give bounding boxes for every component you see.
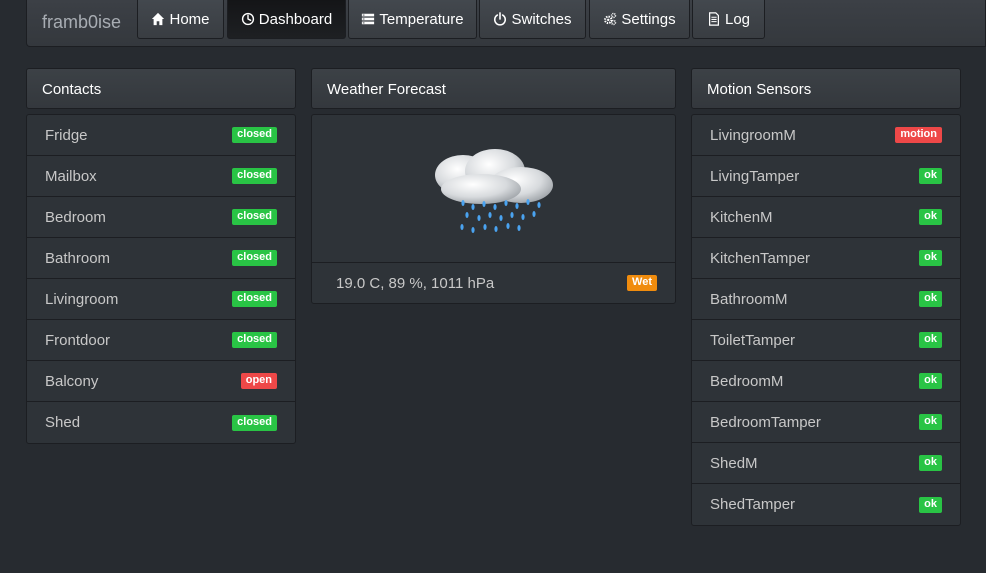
sensor-label: KitchenM [710, 208, 773, 226]
sensor-label: ToiletTamper [710, 331, 796, 349]
list-item: BathroomM ok [692, 279, 960, 320]
weather-badge: Wet [627, 275, 657, 291]
list-item: Livingroom closed [27, 279, 295, 320]
status-badge: ok [919, 250, 942, 266]
motion-list: LivingroomM motion LivingTamper ok Kitchen… [691, 114, 961, 526]
list-item: Mailbox closed [27, 156, 295, 197]
contact-label: Bathroom [45, 249, 111, 267]
status-badge: ok [919, 496, 942, 513]
cogs-icon [604, 12, 617, 26]
sensor-label: ShedM [710, 454, 758, 472]
nav-dashboard-label: Dashboard [258, 10, 333, 28]
sensor-label: BedroomM [710, 372, 784, 390]
nav-settings[interactable]: Settings [589, 0, 690, 39]
status-badge: open [240, 373, 277, 389]
status-badge: closed [232, 250, 277, 266]
list-item: BedroomM ok [692, 361, 960, 402]
contacts-panel: Contacts Fridge closed Mailbox closed Bedr… [26, 68, 296, 444]
status-badge: closed [232, 291, 277, 307]
nav-home[interactable]: Home [137, 0, 224, 39]
status-badge: closed [232, 127, 277, 143]
nav-settings-label: Settings [621, 10, 676, 28]
status-badge: closed [232, 168, 277, 184]
list-item: ShedM ok [692, 443, 960, 484]
motion-panel: Motion Sensors LivingroomM motion LivingT… [691, 68, 961, 526]
sensor-label: LivingTamper [710, 167, 800, 185]
weather-image [312, 115, 675, 263]
dashboard-icon [241, 12, 254, 26]
file-icon [708, 12, 719, 26]
weather-title: Weather Forecast [311, 68, 676, 109]
status-badge: closed [232, 414, 277, 431]
nav-home-label: Home [169, 10, 210, 28]
status-badge: ok [919, 373, 942, 389]
contact-label: Bedroom [45, 208, 106, 226]
contact-label: Fridge [45, 126, 88, 144]
contact-label: Frontdoor [45, 331, 111, 349]
list-icon [362, 13, 375, 25]
list-item: ShedTamper ok [692, 484, 960, 525]
nav-temperature-label: Temperature [379, 10, 464, 28]
weather-box: 19.0 C, 89 %, 1011 hPa Wet [311, 114, 676, 304]
list-item: Fridge closed [27, 115, 295, 156]
status-badge: ok [919, 455, 942, 471]
contact-label: Balcony [45, 372, 99, 390]
contacts-list: Fridge closed Mailbox closed Bedroom closed… [26, 114, 296, 444]
nav-switches-label: Switches [511, 10, 572, 28]
weather-panel: Weather Forecast 19.0 C, 89 %, 1011 hPa … [311, 68, 676, 306]
sensor-label: BathroomM [710, 290, 788, 308]
contact-label: Shed [45, 414, 81, 431]
nav-switches[interactable]: Switches [479, 0, 586, 39]
contact-label: Mailbox [45, 167, 97, 185]
list-item: KitchenM ok [692, 197, 960, 238]
rain-cloud-icon [434, 148, 553, 233]
status-badge: motion [895, 127, 942, 143]
nav-temperature[interactable]: Temperature [348, 0, 477, 39]
status-badge: ok [919, 168, 942, 184]
weather-summary: 19.0 C, 89 %, 1011 hPa [336, 274, 495, 292]
list-item: KitchenTamper ok [692, 238, 960, 279]
sensor-label: LivingroomM [710, 126, 796, 144]
list-item: Bedroom closed [27, 197, 295, 238]
motion-title: Motion Sensors [691, 68, 961, 109]
status-badge: ok [919, 291, 942, 307]
contact-label: Livingroom [45, 290, 119, 308]
list-item: Bathroom closed [27, 238, 295, 279]
status-badge: ok [919, 332, 942, 348]
nav-log[interactable]: Log [692, 0, 765, 39]
home-icon [152, 12, 165, 26]
nav-log-label: Log [724, 10, 751, 28]
status-badge: closed [232, 209, 277, 225]
list-item: ToiletTamper ok [692, 320, 960, 361]
status-badge: ok [919, 209, 942, 225]
contacts-title: Contacts [26, 68, 296, 109]
status-badge: ok [919, 414, 942, 430]
list-item: Balcony open [27, 361, 295, 402]
list-item: Shed closed [27, 402, 295, 443]
power-icon [494, 12, 507, 26]
brand-logo[interactable]: framb0ise [42, 12, 121, 33]
nav-dashboard[interactable]: Dashboard [227, 0, 346, 39]
weather-footer: 19.0 C, 89 %, 1011 hPa Wet [312, 263, 675, 303]
list-item: LivingTamper ok [692, 156, 960, 197]
sensor-label: BedroomTamper [710, 413, 821, 431]
list-item: Frontdoor closed [27, 320, 295, 361]
list-item: LivingroomM motion [692, 115, 960, 156]
sensor-label: ShedTamper [710, 496, 796, 513]
sensor-label: KitchenTamper [710, 249, 811, 267]
list-item: BedroomTamper ok [692, 402, 960, 443]
status-badge: closed [232, 332, 277, 348]
